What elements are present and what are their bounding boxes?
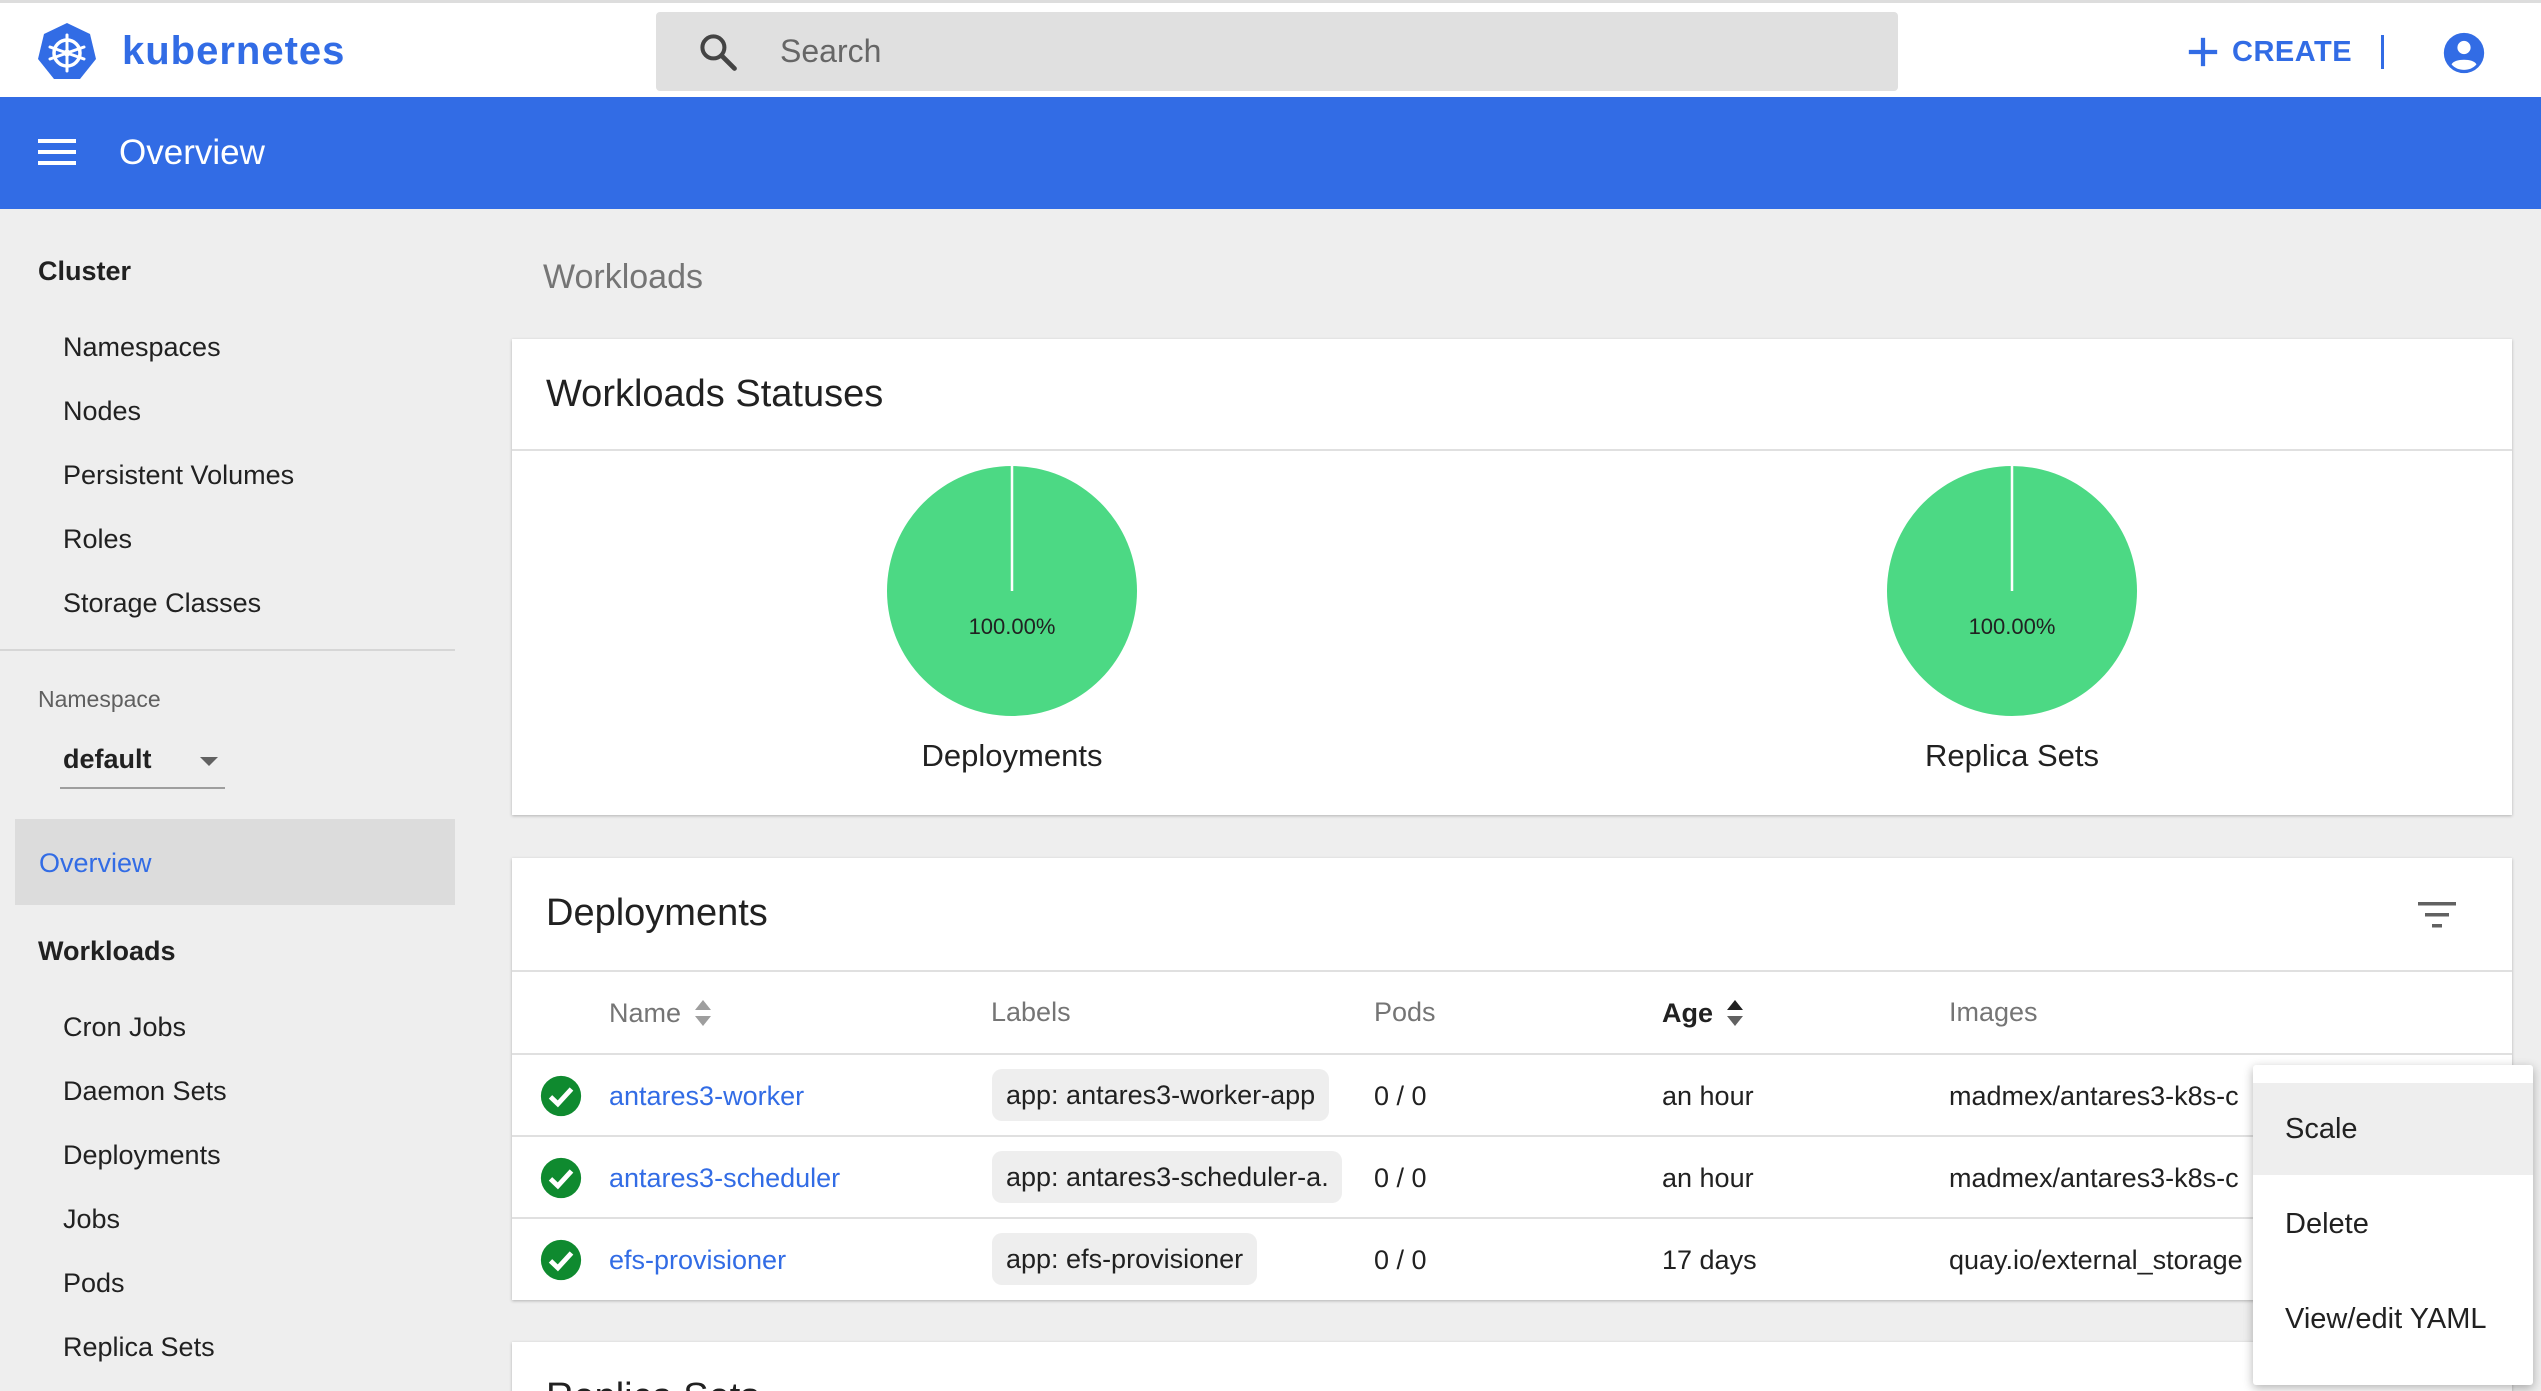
- pods-count: 0 / 0: [1374, 1081, 1427, 1111]
- plus-icon: [2188, 37, 2218, 67]
- hamburger-menu-icon[interactable]: [38, 135, 80, 169]
- dropdown-caret-icon: [200, 757, 218, 766]
- replica-sets-pie: [1887, 466, 2137, 716]
- topbar-divider: [2381, 35, 2384, 69]
- sidebar-item-persistent-volumes[interactable]: Persistent Volumes: [63, 460, 294, 491]
- card-title-workloads-statuses: Workloads Statuses: [546, 373, 884, 415]
- replica-sets-card: Replica Sets: [512, 1342, 2512, 1391]
- column-header-images: Images: [1949, 997, 2038, 1027]
- search-icon: [700, 34, 737, 71]
- sidebar-header-workloads[interactable]: Workloads: [38, 936, 176, 967]
- replica-sets-pie-percent: 100.00%: [1968, 614, 2056, 639]
- filter-list-icon[interactable]: [2416, 898, 2458, 932]
- table-row: antares3-worker app: antares3-worker-app…: [512, 1053, 2512, 1135]
- kubernetes-logo-icon[interactable]: [36, 21, 98, 83]
- sidebar-item-daemon-sets[interactable]: Daemon Sets: [63, 1076, 227, 1107]
- sidebar-item-overview[interactable]: Overview: [15, 819, 455, 905]
- account-circle-icon[interactable]: [2442, 31, 2486, 75]
- column-header-name[interactable]: Name: [609, 997, 713, 1029]
- workloads-statuses-card: Workloads Statuses 100.00% Deployments 1…: [512, 339, 2512, 815]
- deployment-name-link[interactable]: antares3-scheduler: [609, 1163, 840, 1194]
- sidebar-divider: [0, 649, 455, 651]
- replica-sets-status-chart: 100.00% Replica Sets: [1812, 456, 2212, 786]
- row-actions-menu: Scale Delete View/edit YAML: [2253, 1065, 2533, 1385]
- card-divider: [512, 970, 2512, 972]
- sidebar-item-pods[interactable]: Pods: [63, 1268, 125, 1299]
- brand-name[interactable]: kubernetes: [122, 29, 345, 74]
- replica-sets-pie-label: Replica Sets: [1924, 738, 2100, 773]
- deployments-status-chart: 100.00% Deployments: [812, 456, 1212, 786]
- column-header-name-label: Name: [609, 997, 682, 1028]
- namespace-select[interactable]: default: [60, 737, 225, 789]
- card-title-deployments: Deployments: [546, 892, 768, 934]
- age-value: an hour: [1662, 1081, 1754, 1111]
- column-header-age[interactable]: Age: [1662, 997, 1745, 1029]
- deployments-pie-percent: 100.00%: [968, 614, 1056, 639]
- check-circle-icon: [540, 1157, 582, 1199]
- pods-count: 0 / 0: [1374, 1245, 1427, 1275]
- menu-item-delete[interactable]: Delete: [2253, 1178, 2533, 1270]
- label-chip: app: antares3-scheduler-a.: [992, 1151, 1342, 1203]
- image-value: madmex/antares3-k8s-c: [1949, 1081, 2239, 1111]
- namespace-value: default: [63, 744, 152, 774]
- sidebar: Cluster Namespaces Nodes Persistent Volu…: [0, 209, 455, 1391]
- sidebar-item-namespaces[interactable]: Namespaces: [63, 332, 221, 363]
- label-chip: app: efs-provisioner: [992, 1233, 1258, 1285]
- column-header-labels: Labels: [991, 997, 1071, 1027]
- page-title: Overview: [119, 133, 265, 172]
- age-value: an hour: [1662, 1163, 1754, 1193]
- sidebar-item-nodes[interactable]: Nodes: [63, 396, 141, 427]
- sidebar-item-roles[interactable]: Roles: [63, 524, 132, 555]
- deployments-pie-label: Deployments: [921, 738, 1103, 773]
- sidebar-item-replica-sets[interactable]: Replica Sets: [63, 1332, 215, 1363]
- sort-icon: [1727, 1000, 1744, 1026]
- label-chip: app: antares3-worker-app: [992, 1069, 1330, 1121]
- column-header-pods: Pods: [1374, 997, 1436, 1027]
- page-toolbar: Overview: [0, 97, 2541, 209]
- table-row: antares3-scheduler app: antares3-schedul…: [512, 1135, 2512, 1217]
- deployments-pie: [887, 466, 1137, 716]
- image-value: madmex/antares3-k8s-c: [1949, 1163, 2239, 1193]
- sidebar-item-cron-jobs[interactable]: Cron Jobs: [63, 1012, 186, 1043]
- search-input[interactable]: [780, 12, 1860, 91]
- card-divider: [512, 449, 2512, 451]
- sidebar-header-cluster[interactable]: Cluster: [38, 256, 131, 287]
- image-value: quay.io/external_storage: [1949, 1245, 2243, 1275]
- deployment-name-link[interactable]: efs-provisioner: [609, 1245, 786, 1276]
- section-heading-workloads: Workloads: [543, 258, 703, 296]
- card-title-replica-sets: Replica Sets: [546, 1376, 759, 1391]
- menu-item-view-edit-yaml[interactable]: View/edit YAML: [2253, 1273, 2533, 1365]
- sidebar-item-deployments[interactable]: Deployments: [63, 1140, 221, 1171]
- deployment-name-link[interactable]: antares3-worker: [609, 1081, 804, 1112]
- sidebar-item-storage-classes[interactable]: Storage Classes: [63, 588, 261, 619]
- sort-icon: [695, 1000, 712, 1026]
- menu-item-scale[interactable]: Scale: [2253, 1083, 2533, 1175]
- search-bar[interactable]: [656, 12, 1898, 91]
- sidebar-item-overview-label: Overview: [39, 848, 152, 878]
- pods-count: 0 / 0: [1374, 1163, 1427, 1193]
- column-header-age-label: Age: [1662, 997, 1714, 1028]
- create-button-label: CREATE: [2232, 35, 2353, 68]
- table-row: efs-provisioner app: efs-provisioner 0 /…: [512, 1217, 2512, 1299]
- check-circle-icon: [540, 1239, 582, 1281]
- top-bar: kubernetes CREATE: [0, 0, 2541, 97]
- create-button[interactable]: CREATE: [2186, 29, 2352, 75]
- age-value: 17 days: [1662, 1245, 1757, 1275]
- check-circle-icon: [540, 1075, 582, 1117]
- sidebar-item-jobs[interactable]: Jobs: [63, 1204, 120, 1235]
- namespace-label: Namespace: [38, 686, 161, 712]
